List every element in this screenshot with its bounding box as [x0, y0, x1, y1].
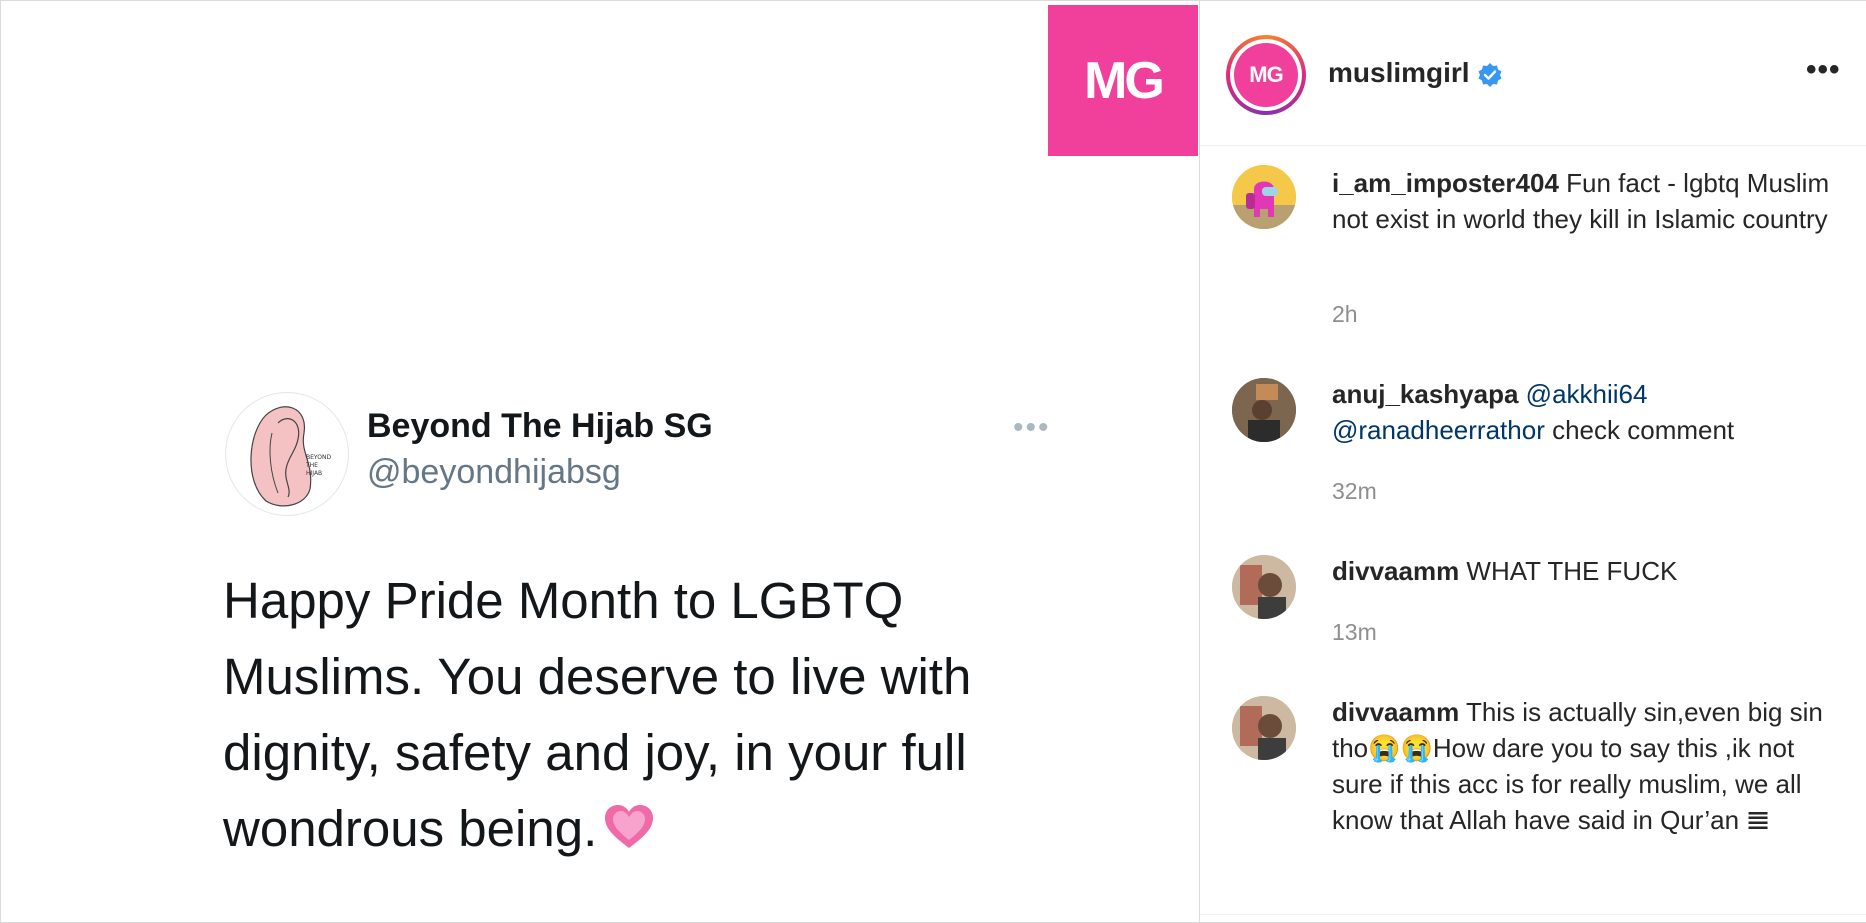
photo-avatar-icon — [1232, 555, 1296, 619]
comment-username[interactable]: anuj_kashyapa — [1332, 379, 1518, 409]
among-us-avatar-icon — [1232, 165, 1296, 229]
tweet-body: Happy Pride Month to LGBTQ Muslims. You … — [223, 572, 972, 857]
tweet-text: Happy Pride Month to LGBTQ Muslims. You … — [223, 563, 1023, 867]
comment-text: divvaamm WHAT THE FUCK — [1332, 553, 1842, 589]
post-image[interactable]: MG BEYOND THE HIJAB Beyond The Hijab SG … — [1, 1, 1198, 922]
post-sidebar: MG muslimgirl ••• i_am_imposter404 Fun f… — [1199, 1, 1866, 922]
hijab-logo-icon: BEYOND THE HIJAB — [250, 406, 331, 507]
tweet-author-name: Beyond The Hijab SG — [367, 407, 713, 445]
muslimgirl-logo-badge: MG — [1048, 5, 1198, 156]
account-username[interactable]: muslimgirl — [1328, 57, 1470, 89]
comment-username[interactable]: i_am_imposter404 — [1332, 168, 1559, 198]
commenter-avatar[interactable] — [1232, 555, 1296, 619]
tweet-avatar: BEYOND THE HIJAB — [225, 392, 349, 516]
comment-text: anuj_kashyapa @akkhii64 @ranadheerrathor… — [1332, 376, 1842, 448]
more-options-button[interactable]: ••• — [1806, 53, 1841, 87]
commenter-avatar[interactable] — [1232, 378, 1296, 442]
svg-text:BEYOND: BEYOND — [306, 454, 331, 461]
commenter-avatar[interactable] — [1232, 165, 1296, 229]
mention-link[interactable]: @ranadheerrathor — [1332, 415, 1545, 445]
svg-text:THE: THE — [305, 462, 318, 469]
photo-avatar-icon — [1232, 378, 1296, 442]
account-avatar[interactable]: MG — [1234, 43, 1298, 107]
comment-timestamp[interactable]: 32m — [1332, 478, 1377, 505]
comment-timestamp[interactable]: 2h — [1332, 301, 1358, 328]
comment-text: divvaamm This is actually sin,even big s… — [1332, 694, 1842, 838]
comment-content: check comment — [1552, 415, 1735, 445]
divider — [1200, 914, 1866, 915]
comment-text: i_am_imposter404 Fun fact - lgbtq Muslim… — [1332, 165, 1842, 237]
story-ring[interactable]: MG — [1226, 35, 1306, 115]
comment-content: WHAT THE FUCK — [1466, 556, 1678, 586]
tweet-more-icon: ••• — [1013, 411, 1051, 444]
photo-avatar-icon — [1232, 696, 1296, 760]
comment-username[interactable]: divvaamm — [1332, 697, 1459, 727]
mention-link[interactable]: @akkhii64 — [1526, 379, 1648, 409]
comment-username[interactable]: divvaamm — [1332, 556, 1459, 586]
verified-badge-icon — [1478, 63, 1502, 87]
pink-heart-icon — [605, 805, 654, 848]
tweet-author-handle: @beyondhijabsg — [367, 453, 621, 491]
post-header: MG muslimgirl ••• — [1200, 1, 1866, 146]
svg-text:HIJAB: HIJAB — [306, 470, 322, 477]
comment-timestamp[interactable]: 13m — [1332, 619, 1377, 646]
commenter-avatar[interactable] — [1232, 696, 1296, 760]
